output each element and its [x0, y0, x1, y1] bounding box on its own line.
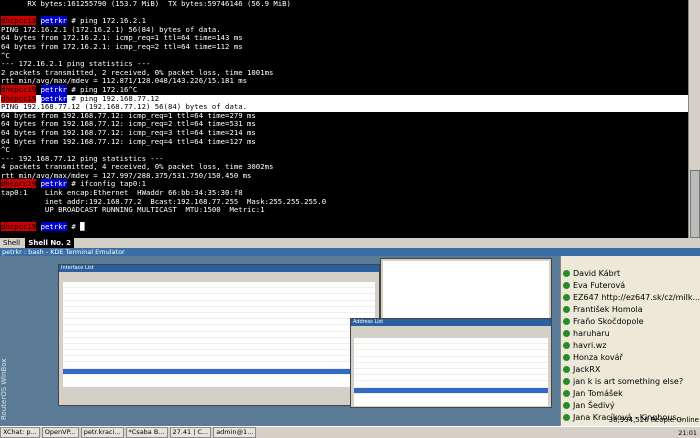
contact-item[interactable]: jan k is art something else?	[561, 376, 700, 388]
winbox-window-title: Interface List	[59, 265, 379, 272]
contact-name: Jan Šedivý	[573, 401, 615, 410]
contact-name: JackRX	[573, 365, 601, 374]
address-list-title: Address List	[351, 319, 551, 326]
table-row[interactable]	[354, 387, 548, 394]
taskbar-clock: 21:01	[678, 428, 697, 437]
prompt-user: petrkr	[40, 84, 67, 94]
contact-status-icon	[563, 390, 570, 397]
prompt-user: petrkr	[40, 16, 67, 26]
contact-status-icon	[563, 318, 570, 325]
taskbar-item[interactable]: XChat: p...	[0, 427, 40, 438]
terminal-scrollbar[interactable]	[688, 0, 700, 238]
contact-name: havri.wz	[573, 341, 607, 350]
interface-table[interactable]	[63, 282, 375, 387]
contact-status-icon	[563, 366, 570, 373]
table-row[interactable]	[63, 368, 375, 375]
terminal-output-line: 64 bytes from 192.168.77.12: icmp_req=4 …	[1, 136, 256, 146]
contact-status-icon	[563, 282, 570, 289]
people-online-count: 38,934,526 People Online	[608, 416, 699, 424]
taskbar-item[interactable]: 27.41 | C...	[169, 427, 212, 438]
scrollbar-thumb[interactable]	[690, 170, 700, 238]
taskbar: XChat: p... OpenVP... petr.kraci... *Csa…	[0, 426, 700, 438]
contact-name: Fraňo Skočdopole	[573, 317, 644, 326]
taskbar-item[interactable]: admin@1...	[213, 427, 257, 438]
address-table[interactable]	[354, 338, 548, 406]
contact-status-icon	[563, 342, 570, 349]
chat-contact-list[interactable]: David Kábrt Eva Futerová EZ647 http://ez64…	[560, 256, 700, 426]
contact-name: Jan Tomášek	[573, 389, 623, 398]
contact-item[interactable]: EZ647 http://ez647.sk/cz/milk...	[561, 292, 700, 304]
chat-toolbar	[561, 256, 700, 268]
konsole-tab-bar: Shell Shell No. 2	[0, 238, 700, 248]
window-title: petrkr : bash - KDE Terminal Emulator	[0, 248, 700, 256]
prompt-command: # █	[66, 222, 85, 232]
contact-status-icon	[563, 402, 570, 409]
winbox-sidebar-label: RouterOS WinBox	[0, 358, 8, 420]
terminal-prompt-line: dhcpcc19 petrkr # █	[0, 222, 688, 232]
contact-item[interactable]: David Kábrt	[561, 268, 700, 280]
contact-name: jan k is art something else?	[573, 377, 684, 386]
contact-status-icon	[563, 378, 570, 385]
contact-name: Honza kovář	[573, 353, 623, 362]
contact-item[interactable]: Honza kovář	[561, 352, 700, 364]
contact-item[interactable]: haruharu	[561, 328, 700, 340]
prompt-command: # ping 172.16.2.1	[66, 16, 146, 26]
taskbar-item[interactable]: *Csaba B...	[125, 427, 168, 438]
taskbar-item[interactable]: petr.kraci...	[80, 427, 124, 438]
contact-status-icon	[563, 330, 570, 337]
terminal-output-line: RX bytes:161255790 (153.7 MiB) TX bytes:…	[1, 0, 291, 8]
tab-shell-no-2[interactable]: Shell No. 2	[25, 238, 74, 248]
terminal-output[interactable]: RX bytes:161255790 (153.7 MiB) TX bytes:…	[0, 0, 688, 238]
contacts-list[interactable]: David Kábrt Eva Futerová EZ647 http://ez64…	[561, 268, 700, 424]
prompt-host: dhcpcc19	[1, 16, 37, 26]
contact-status-icon	[563, 354, 570, 361]
contact-name: EZ647 http://ez647.sk/cz/milk...	[573, 293, 700, 302]
terminal-output-line: UP BROADCAST RUNNING MULTICAST MTU:1500 …	[1, 205, 265, 215]
contact-item[interactable]: Jan Šedivý	[561, 400, 700, 412]
contact-name: David Kábrt	[573, 269, 621, 278]
contact-item[interactable]: JackRX	[561, 364, 700, 376]
contact-name: haruharu	[573, 329, 610, 338]
contact-item[interactable]: Eva Futerová	[561, 280, 700, 292]
prompt-host: dhcpcc19	[1, 84, 37, 94]
winbox-interface-window[interactable]: Interface List	[58, 264, 380, 406]
contact-status-icon	[563, 294, 570, 301]
contact-item[interactable]: havri.wz	[561, 340, 700, 352]
contact-item[interactable]: František Homola	[561, 304, 700, 316]
contact-status-icon	[563, 270, 570, 277]
contact-name: František Homola	[573, 305, 643, 314]
contact-name: Eva Futerová	[573, 281, 626, 290]
prompt-host: dhcpcc19	[1, 222, 37, 232]
terminal-output-line: 64 bytes from 172.16.2.1: icmp_req=2 ttl…	[1, 41, 243, 51]
contact-item[interactable]: Fraňo Skočdopole	[561, 316, 700, 328]
tab-shell[interactable]: Shell	[0, 238, 23, 248]
contact-status-icon	[563, 306, 570, 313]
winbox-address-list-window[interactable]: Address List	[350, 318, 552, 408]
prompt-user: petrkr	[40, 222, 67, 232]
taskbar-item[interactable]: OpenVP...	[41, 427, 79, 438]
contact-item[interactable]: Jan Tomášek	[561, 388, 700, 400]
